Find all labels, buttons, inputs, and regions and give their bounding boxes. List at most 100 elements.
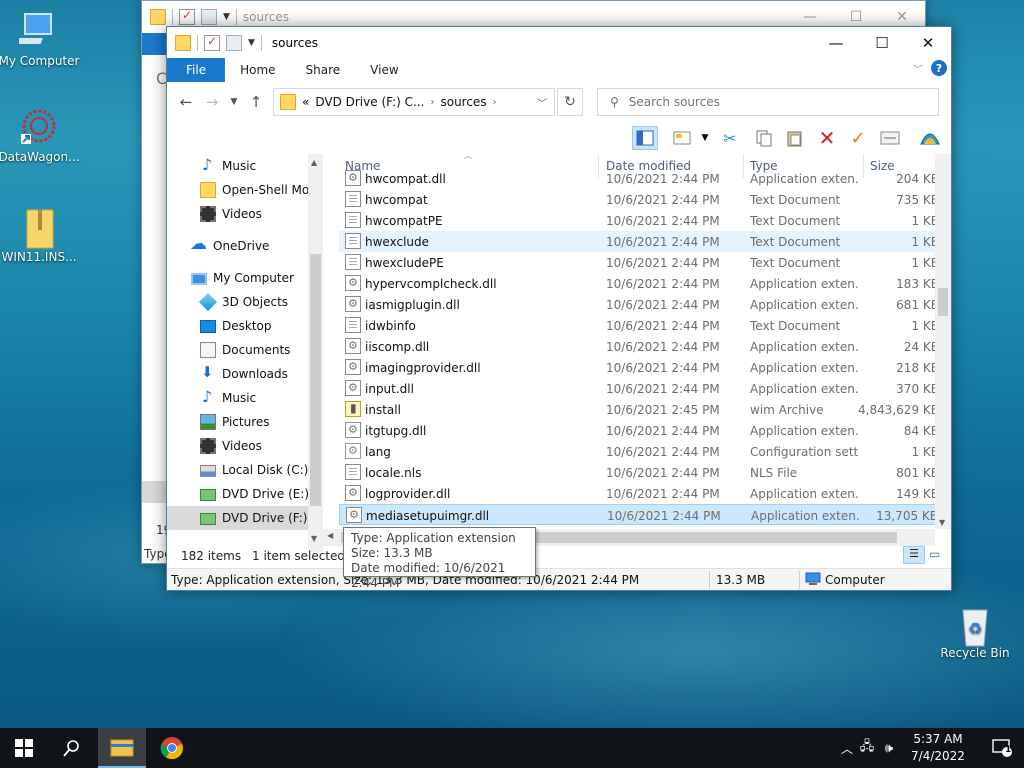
- chevron-right-icon[interactable]: ›: [430, 97, 434, 108]
- recent-locations-button[interactable]: ▼: [227, 91, 241, 113]
- nav-scroll-thumb[interactable]: [310, 254, 321, 506]
- file-scroll-thumb[interactable]: [938, 288, 948, 316]
- scroll-left-icon[interactable]: ◀: [327, 531, 333, 540]
- close-button[interactable]: ✕: [879, 9, 925, 25]
- file-row[interactable]: mediasetupuimgr.dll 10/6/2021 2:44 PM Appl…: [339, 504, 939, 525]
- tab-view[interactable]: View: [355, 58, 413, 82]
- tab-share[interactable]: Share: [291, 58, 356, 82]
- address-prefix[interactable]: «: [302, 95, 309, 109]
- address-bar[interactable]: « DVD Drive (F:) C... › sources › ﹀: [273, 88, 555, 116]
- nav-item-documents[interactable]: Documents: [167, 338, 290, 362]
- search-input[interactable]: [628, 95, 909, 109]
- new-folder-icon[interactable]: [226, 34, 242, 51]
- nav-item-desktop[interactable]: Desktop: [167, 314, 272, 338]
- minimize-button[interactable]: —: [787, 9, 833, 25]
- address-segment-sources[interactable]: sources: [440, 95, 486, 109]
- file-row[interactable]: hwcompat 10/6/2021 2:44 PM Text Document 73…: [339, 189, 939, 210]
- file-row[interactable]: hwexclude 10/6/2021 2:44 PM Text Document 1…: [339, 231, 939, 252]
- file-row[interactable]: idwbinfo 10/6/2021 2:44 PM Text Document 1 …: [339, 315, 939, 336]
- chevron-right-icon[interactable]: ›: [493, 97, 497, 108]
- nav-item-videos[interactable]: Videos: [167, 202, 262, 226]
- taskbar-chrome[interactable]: [148, 728, 196, 768]
- customize-quick-access-icon[interactable]: ▼: [248, 38, 255, 48]
- refresh-button[interactable]: ↻: [557, 88, 583, 116]
- address-segment-drive[interactable]: DVD Drive (F:) C...: [315, 95, 424, 109]
- nav-item-3d-objects[interactable]: 3D Objects: [167, 290, 288, 314]
- show-hidden-icons-icon[interactable]: ︿: [838, 740, 856, 757]
- tab-file[interactable]: File: [167, 58, 226, 82]
- delete-icon[interactable]: ✕: [814, 126, 840, 150]
- maximize-button[interactable]: ☐: [859, 27, 905, 58]
- file-row[interactable]: input.dll 10/6/2021 2:44 PM Application ex…: [339, 378, 939, 399]
- paste-icon[interactable]: [782, 126, 808, 150]
- tab-home[interactable]: Home: [225, 58, 290, 82]
- minimize-button[interactable]: —: [813, 27, 859, 58]
- view-dropdown-icon[interactable]: ▼: [698, 126, 712, 150]
- nav-item-pictures[interactable]: Pictures: [167, 410, 270, 434]
- file-row[interactable]: iasmigplugin.dll 10/6/2021 2:44 PM Applica…: [339, 294, 939, 315]
- file-row[interactable]: lang 10/6/2021 2:44 PM Configuration sett.…: [339, 441, 939, 462]
- desktop-icon-win11-zip[interactable]: WIN11.INS...: [0, 206, 81, 264]
- search-button[interactable]: [48, 728, 96, 768]
- file-row[interactable]: itgtupg.dll 10/6/2021 2:44 PM Application …: [339, 420, 939, 441]
- nav-item-dvd-f[interactable]: DVD Drive (F:) C(: [167, 506, 323, 530]
- network-icon[interactable]: 🖧: [856, 737, 878, 759]
- open-shell-icon[interactable]: [917, 126, 943, 150]
- file-list-vertical-scrollbar[interactable]: ▼: [935, 154, 951, 529]
- file-row[interactable]: locale.nls 10/6/2021 2:44 PM NLS File 801 K…: [339, 462, 939, 483]
- nav-item-videos-2[interactable]: Videos: [167, 434, 262, 458]
- back-button[interactable]: ←: [175, 91, 197, 113]
- properties-icon[interactable]: [877, 126, 903, 150]
- volume-icon[interactable]: 🕪: [878, 741, 900, 756]
- nav-item-music-2[interactable]: Music: [167, 386, 256, 410]
- nav-item-onedrive[interactable]: OneDrive: [167, 234, 269, 258]
- start-button[interactable]: [0, 728, 48, 768]
- file-row[interactable]: logprovider.dll 10/6/2021 2:44 PM Applicat…: [339, 483, 939, 504]
- details-view-icon[interactable]: ☰: [903, 546, 925, 564]
- file-row[interactable]: install 10/6/2021 2:45 PM wim Archive 4,843…: [339, 399, 939, 420]
- up-button[interactable]: ↑: [245, 91, 267, 113]
- title-bar[interactable]: ▼ sources — ☐ ✕: [167, 27, 951, 58]
- file-row[interactable]: hwcompatPE 10/6/2021 2:44 PM Text Document…: [339, 210, 939, 231]
- nav-item-my-computer[interactable]: My Computer: [167, 266, 294, 290]
- cut-icon[interactable]: ✂: [717, 126, 743, 150]
- copy-icon[interactable]: [751, 126, 777, 150]
- explorer-window[interactable]: ▼ sources — ☐ ✕ File Home Share View ﹀ ?…: [166, 26, 952, 591]
- large-icons-view-icon[interactable]: ▭: [929, 547, 940, 561]
- file-row[interactable]: iiscomp.dll 10/6/2021 2:44 PM Application …: [339, 336, 939, 357]
- file-row[interactable]: hwcompat.dll 10/6/2021 2:44 PM Application…: [339, 168, 939, 189]
- desktop-icon-recycle-bin[interactable]: ♻ Recycle Bin: [933, 602, 1017, 660]
- view-options-icon[interactable]: [670, 126, 696, 150]
- taskbar-file-explorer[interactable]: [98, 728, 146, 768]
- navigation-pane[interactable]: Music Open-Shell Mod Videos OneDrive My …: [167, 154, 323, 552]
- file-row[interactable]: hwexcludePE 10/6/2021 2:44 PM Text Documen…: [339, 252, 939, 273]
- maximize-button[interactable]: ☐: [833, 9, 879, 25]
- nav-item-downloads[interactable]: Downloads: [167, 362, 288, 386]
- expand-ribbon-icon[interactable]: ﹀: [913, 61, 923, 76]
- help-icon[interactable]: ?: [931, 60, 947, 76]
- scroll-down-icon[interactable]: ▼: [939, 518, 945, 527]
- properties-icon[interactable]: [204, 34, 220, 51]
- address-dropdown-icon[interactable]: ﹀: [530, 95, 554, 110]
- nav-pane-scrollbar[interactable]: ▲ ▼: [308, 154, 323, 552]
- preview-pane-icon[interactable]: [632, 126, 658, 150]
- scroll-up-icon[interactable]: ▲: [311, 158, 317, 167]
- desktop-icon-my-computer[interactable]: My Computer: [0, 10, 81, 68]
- file-date: 10/6/2021 2:44 PM: [606, 214, 720, 228]
- nav-item-music[interactable]: Music: [167, 154, 256, 178]
- forward-button[interactable]: →: [201, 91, 223, 113]
- nav-item-open-shell[interactable]: Open-Shell Mod: [167, 178, 317, 202]
- file-tab[interactable]: [142, 33, 168, 55]
- desktop-icon-datawagon[interactable]: DataWagon...: [0, 106, 81, 164]
- nav-item-local-disk[interactable]: Local Disk (C:): [167, 458, 308, 482]
- nav-item-dvd-e[interactable]: DVD Drive (E:) C(: [167, 482, 323, 506]
- action-center-button[interactable]: 1: [978, 728, 1024, 768]
- close-button[interactable]: ✕: [905, 27, 951, 58]
- file-row[interactable]: imagingprovider.dll 10/6/2021 2:44 PM Appl…: [339, 357, 939, 378]
- rename-icon[interactable]: ✓: [845, 126, 871, 150]
- file-list[interactable]: ︿ Name Date modified Type Size hwcompat.…: [339, 154, 951, 552]
- scroll-down-icon[interactable]: ▼: [311, 534, 317, 543]
- file-row[interactable]: hypervcomplcheck.dll 10/6/2021 2:44 PM App…: [339, 273, 939, 294]
- search-box[interactable]: ⚲: [597, 88, 939, 116]
- taskbar-clock[interactable]: 5:37 AM 7/4/2022: [902, 731, 974, 765]
